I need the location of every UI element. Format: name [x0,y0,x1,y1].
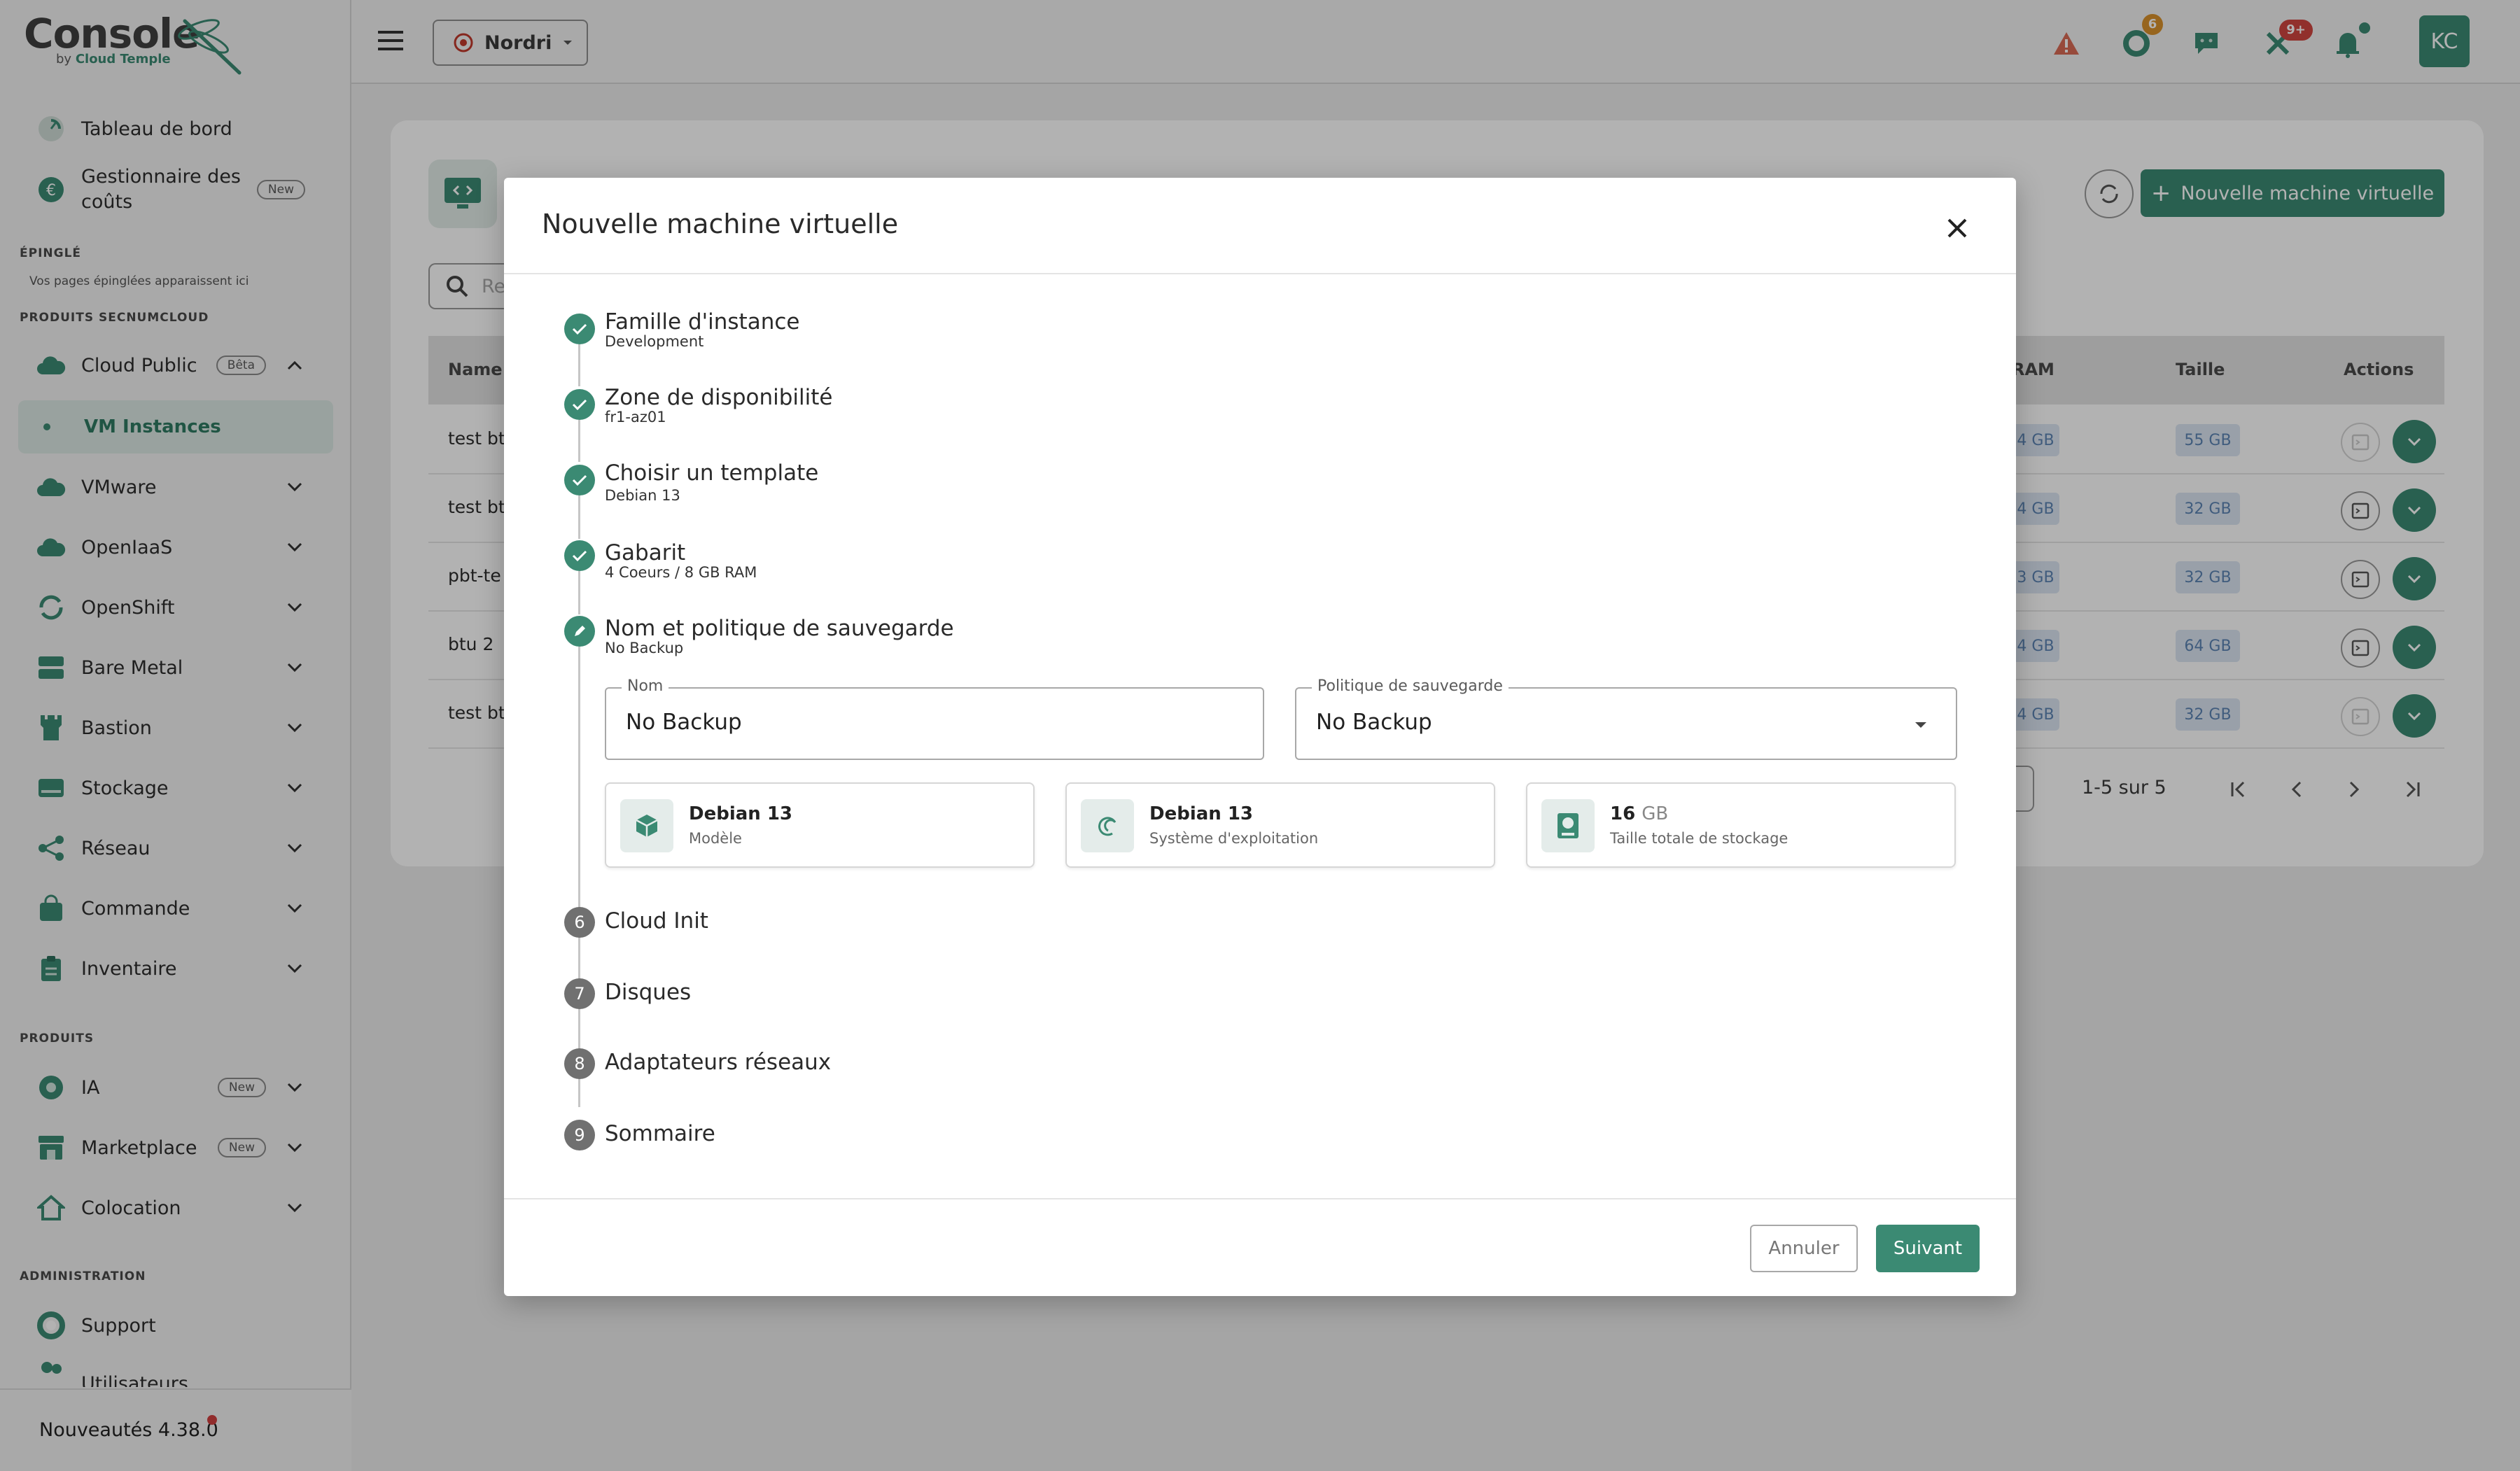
step-subtitle: Debian 13 [605,487,680,504]
step-done-check-icon [564,389,595,420]
step-done-check-icon [564,540,595,571]
step-title[interactable]: Nom et politique de sauvegarde [605,616,954,641]
step-number-badge: 9 [564,1120,595,1150]
step-title[interactable]: Choisir un template [605,460,818,486]
selected-value: No Backup [1316,710,1432,735]
step-subtitle: fr1-az01 [605,409,666,425]
step-title[interactable]: Adaptateurs réseaux [605,1050,831,1075]
vm-name-field[interactable]: Nom [605,677,1264,760]
close-icon[interactable] [1940,211,1974,245]
step-subtitle: Development [605,333,704,350]
step-connector [578,495,580,539]
step-subtitle: No Backup [605,640,684,656]
step-connector [578,571,580,614]
hard-drive-icon [1541,799,1595,852]
step-done-check-icon [564,314,595,344]
cube-icon [620,799,673,852]
step-number-badge: 6 [564,907,595,938]
step-edit-pencil-icon [564,616,595,647]
new-vm-modal: Nouvelle machine virtuelle Famille d'ins… [504,178,2016,1296]
field-label: Politique de sauvegarde [1312,677,1508,695]
step-connector [578,344,580,386]
backup-policy-select[interactable]: Politique de sauvegarde No Backup [1295,677,1957,760]
vm-name-input[interactable] [626,710,1152,735]
card-caption: Système d'exploitation [1149,830,1319,847]
caret-down-icon [1915,722,1926,728]
card-caption: Taille totale de stockage [1610,830,1788,847]
step-title[interactable]: Gabarit [605,540,685,565]
step-done-check-icon [564,465,595,495]
step-number-badge: 7 [564,978,595,1009]
template-summary-card: Debian 13 Modèle [605,782,1035,868]
step-number-badge: 8 [564,1048,595,1079]
step-title[interactable]: Famille d'instance [605,309,799,335]
debian-swirl-icon [1081,799,1134,852]
step-title[interactable]: Cloud Init [605,908,708,934]
card-value: 16 GB [1610,803,1669,824]
modal-divider [504,273,2016,274]
modal-title: Nouvelle machine virtuelle [542,209,899,239]
modal-divider [504,1198,2016,1199]
storage-summary-card: 16 GB Taille totale de stockage [1526,782,1956,868]
step-title[interactable]: Sommaire [605,1121,715,1146]
os-summary-card: Debian 13 Système d'exploitation [1065,782,1495,868]
field-label: Nom [622,677,669,695]
step-connector [578,420,580,462]
cancel-button[interactable]: Annuler [1750,1225,1858,1272]
step-title[interactable]: Disques [605,980,691,1005]
step-title[interactable]: Zone de disponibilité [605,385,832,410]
step-subtitle: 4 Coeurs / 8 GB RAM [605,564,757,581]
card-value: Debian 13 [1149,803,1254,824]
card-caption: Modèle [689,830,742,847]
next-button[interactable]: Suivant [1876,1225,1980,1272]
card-value: Debian 13 [689,803,793,824]
